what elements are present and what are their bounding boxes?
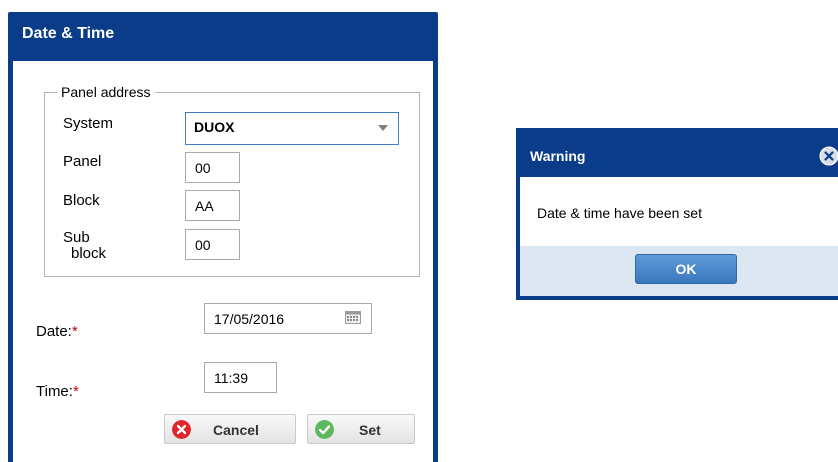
cancel-button[interactable]: Cancel (164, 414, 296, 444)
date-input[interactable]: 17/05/2016 (204, 303, 372, 334)
warning-title: Warning (530, 148, 586, 164)
warning-footer: OK (520, 246, 838, 296)
panel-input[interactable]: 00 (185, 152, 240, 183)
warning-body: Date & time have been set (520, 177, 838, 246)
block-input-value: AA (195, 198, 214, 214)
check-circle-icon (315, 420, 334, 439)
dialog-title: Date & Time (22, 25, 115, 42)
cancel-button-label: Cancel (213, 422, 259, 438)
set-button-label: Set (359, 422, 381, 438)
time-input[interactable]: 11:39 (204, 362, 277, 393)
date-label: Date:* (36, 323, 78, 340)
warning-message: Date & time have been set (537, 205, 702, 221)
dialog-body: Panel address System DUOX Panel 00 Block… (13, 61, 433, 462)
close-circle-icon (172, 420, 191, 439)
block-input[interactable]: AA (185, 190, 240, 221)
date-label-text: Date: (36, 323, 72, 340)
date-time-dialog: Date & Time Panel address System DUOX Pa… (8, 12, 438, 462)
panel-address-fieldset: Panel address System DUOX Panel 00 Block… (44, 84, 420, 277)
sub-block-label-line2: block (71, 245, 107, 262)
block-label: Block (63, 192, 100, 209)
warning-dialog: Warning Date & time have been set OK (516, 128, 838, 300)
close-icon[interactable] (819, 146, 838, 166)
date-input-value: 17/05/2016 (214, 311, 285, 327)
sub-block-label: Sub block (63, 230, 106, 262)
time-label: Time:* (36, 383, 79, 400)
time-input-value: 11:39 (214, 370, 248, 386)
sub-block-input-value: 00 (195, 237, 211, 253)
sub-block-input[interactable]: 00 (185, 229, 240, 260)
system-select[interactable]: DUOX (185, 112, 399, 145)
system-select-value: DUOX (194, 119, 235, 135)
required-marker: * (72, 383, 79, 400)
required-marker: * (71, 323, 78, 340)
panel-label: Panel (63, 153, 102, 170)
panel-address-legend: Panel address (57, 84, 155, 100)
ok-button[interactable]: OK (635, 254, 737, 284)
chevron-down-icon (378, 125, 388, 131)
set-button[interactable]: Set (307, 414, 415, 444)
time-label-text: Time: (36, 383, 73, 400)
panel-input-value: 00 (195, 160, 211, 176)
sub-block-label-line1: Sub (63, 229, 90, 246)
calendar-icon[interactable] (345, 311, 361, 324)
system-label: System (63, 115, 114, 132)
